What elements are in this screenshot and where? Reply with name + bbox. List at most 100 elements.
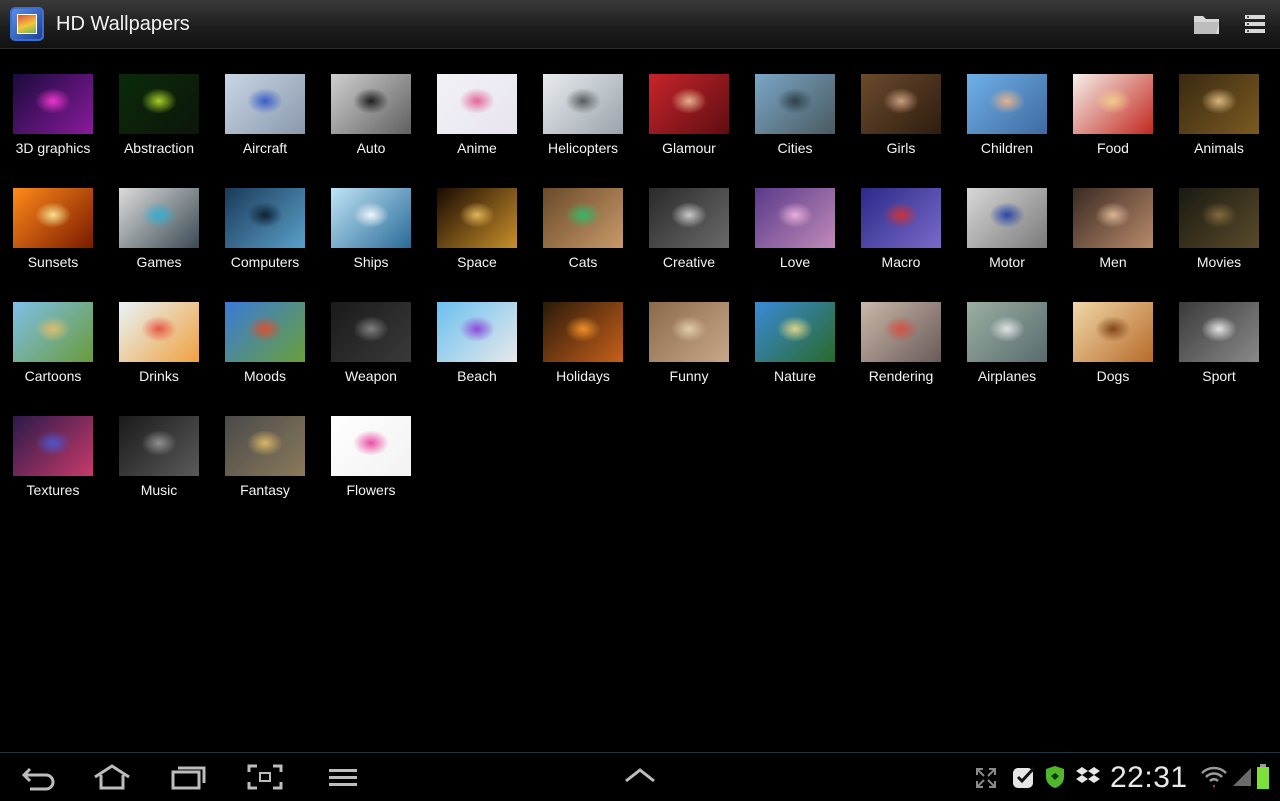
- category-thumbnail[interactable]: [543, 74, 623, 134]
- thumbnail-accent: [777, 88, 813, 114]
- category-tile[interactable]: Creative: [636, 188, 742, 288]
- category-thumbnail[interactable]: [437, 302, 517, 362]
- category-thumbnail[interactable]: [967, 188, 1047, 248]
- category-tile[interactable]: Beach: [424, 302, 530, 402]
- category-tile[interactable]: Aircraft: [212, 74, 318, 174]
- category-thumbnail[interactable]: [225, 74, 305, 134]
- category-thumbnail[interactable]: [225, 416, 305, 476]
- category-thumbnail[interactable]: [119, 416, 199, 476]
- category-tile[interactable]: 3D graphics: [0, 74, 106, 174]
- category-thumbnail[interactable]: [1179, 188, 1259, 248]
- category-thumbnail[interactable]: [755, 302, 835, 362]
- category-thumbnail[interactable]: [861, 74, 941, 134]
- category-tile[interactable]: Children: [954, 74, 1060, 174]
- category-tile[interactable]: Funny: [636, 302, 742, 402]
- category-tile[interactable]: Glamour: [636, 74, 742, 174]
- up-chevron-icon[interactable]: [623, 765, 657, 787]
- home-icon[interactable]: [91, 763, 133, 791]
- category-thumbnail[interactable]: [437, 74, 517, 134]
- category-tile[interactable]: Macro: [848, 188, 954, 288]
- category-tile[interactable]: Sunsets: [0, 188, 106, 288]
- category-tile[interactable]: Food: [1060, 74, 1166, 174]
- category-thumbnail[interactable]: [437, 188, 517, 248]
- category-tile[interactable]: Movies: [1166, 188, 1272, 288]
- thumbnail-accent: [459, 202, 495, 228]
- category-thumbnail[interactable]: [1179, 74, 1259, 134]
- category-thumbnail[interactable]: [649, 188, 729, 248]
- category-thumbnail[interactable]: [649, 302, 729, 362]
- category-label: Ships: [353, 254, 389, 270]
- category-tile[interactable]: Textures: [0, 416, 106, 516]
- category-tile[interactable]: Animals: [1166, 74, 1272, 174]
- category-tile[interactable]: Anime: [424, 74, 530, 174]
- category-tile[interactable]: Fantasy: [212, 416, 318, 516]
- list-menu-icon[interactable]: [1243, 10, 1267, 38]
- category-thumbnail[interactable]: [331, 74, 411, 134]
- category-tile[interactable]: Space: [424, 188, 530, 288]
- category-thumbnail[interactable]: [861, 188, 941, 248]
- signal-icon: [1231, 766, 1253, 788]
- recent-apps-icon[interactable]: [169, 763, 207, 791]
- category-thumbnail[interactable]: [119, 74, 199, 134]
- category-tile[interactable]: Helicopters: [530, 74, 636, 174]
- menu-icon[interactable]: [327, 763, 359, 791]
- category-thumbnail[interactable]: [119, 302, 199, 362]
- category-tile[interactable]: Holidays: [530, 302, 636, 402]
- security-shield-icon[interactable]: [1043, 764, 1067, 790]
- category-tile[interactable]: Girls: [848, 74, 954, 174]
- category-thumbnail[interactable]: [13, 74, 93, 134]
- task-check-icon[interactable]: [1011, 765, 1037, 791]
- category-tile[interactable]: Airplanes: [954, 302, 1060, 402]
- category-tile[interactable]: Moods: [212, 302, 318, 402]
- category-thumbnail[interactable]: [1179, 302, 1259, 362]
- back-icon[interactable]: [20, 763, 58, 791]
- category-tile[interactable]: Ships: [318, 188, 424, 288]
- category-thumbnail[interactable]: [755, 74, 835, 134]
- category-thumbnail[interactable]: [543, 302, 623, 362]
- category-tile[interactable]: Dogs: [1060, 302, 1166, 402]
- thumbnail-accent: [459, 88, 495, 114]
- category-thumbnail[interactable]: [331, 302, 411, 362]
- category-thumbnail[interactable]: [967, 302, 1047, 362]
- category-label: Helicopters: [547, 140, 619, 156]
- category-thumbnail[interactable]: [331, 416, 411, 476]
- category-thumbnail[interactable]: [1073, 74, 1153, 134]
- category-thumbnail[interactable]: [13, 416, 93, 476]
- category-thumbnail[interactable]: [755, 188, 835, 248]
- category-thumbnail[interactable]: [119, 188, 199, 248]
- category-thumbnail[interactable]: [13, 188, 93, 248]
- category-tile[interactable]: Motor: [954, 188, 1060, 288]
- wifi-icon[interactable]: [1200, 764, 1228, 790]
- category-thumbnail[interactable]: [543, 188, 623, 248]
- category-tile[interactable]: Abstraction: [106, 74, 212, 174]
- dropbox-icon[interactable]: [1075, 765, 1101, 789]
- category-tile[interactable]: Men: [1060, 188, 1166, 288]
- category-tile[interactable]: Rendering: [848, 302, 954, 402]
- category-thumbnail[interactable]: [225, 188, 305, 248]
- category-thumbnail[interactable]: [649, 74, 729, 134]
- category-thumbnail[interactable]: [1073, 302, 1153, 362]
- category-thumbnail[interactable]: [225, 302, 305, 362]
- category-tile[interactable]: Flowers: [318, 416, 424, 516]
- category-thumbnail[interactable]: [861, 302, 941, 362]
- category-thumbnail[interactable]: [967, 74, 1047, 134]
- category-tile[interactable]: Love: [742, 188, 848, 288]
- category-tile[interactable]: Nature: [742, 302, 848, 402]
- category-tile[interactable]: Cats: [530, 188, 636, 288]
- category-tile[interactable]: Cities: [742, 74, 848, 174]
- category-tile[interactable]: Cartoons: [0, 302, 106, 402]
- app-icon[interactable]: [10, 7, 44, 41]
- category-thumbnail[interactable]: [1073, 188, 1153, 248]
- folder-icon[interactable]: [1192, 10, 1222, 38]
- category-tile[interactable]: Sport: [1166, 302, 1272, 402]
- category-tile[interactable]: Weapon: [318, 302, 424, 402]
- category-tile[interactable]: Music: [106, 416, 212, 516]
- category-tile[interactable]: Drinks: [106, 302, 212, 402]
- expand-icon[interactable]: [974, 766, 998, 790]
- screenshot-icon[interactable]: [246, 763, 284, 791]
- category-tile[interactable]: Games: [106, 188, 212, 288]
- category-tile[interactable]: Auto: [318, 74, 424, 174]
- category-thumbnail[interactable]: [331, 188, 411, 248]
- category-tile[interactable]: Computers: [212, 188, 318, 288]
- category-thumbnail[interactable]: [13, 302, 93, 362]
